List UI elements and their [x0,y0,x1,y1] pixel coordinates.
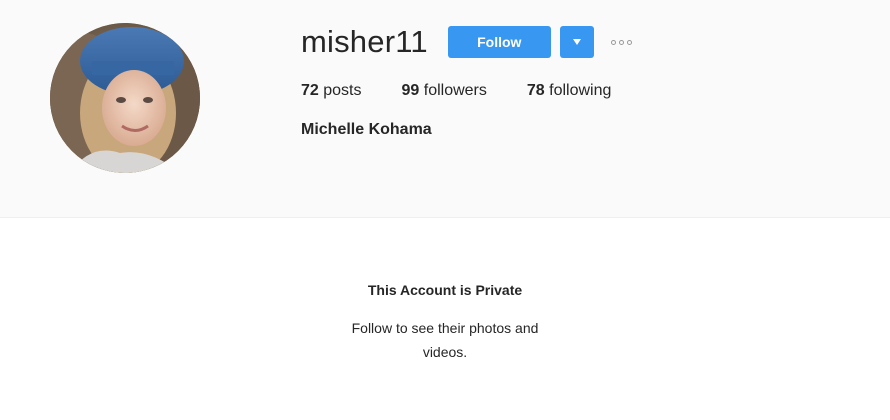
dropdown-button[interactable] [559,26,594,58]
more-options-icon[interactable] [609,26,634,58]
dot-icon [618,39,624,45]
follow-button[interactable]: Follow [447,26,551,58]
profile-stats: 72 posts 99 followers 78 following [301,80,861,102]
stat-count: 78 [526,82,550,99]
dot-icon [626,39,632,45]
caret-down-icon [572,39,581,45]
stat-followers[interactable]: 99 followers [402,82,487,100]
dot-icon [610,39,616,45]
stat-posts: 72 posts [301,82,362,100]
profile-info: misher11 Follow 72 posts 99 followers 78… [301,20,861,139]
username: misher11 [301,24,428,59]
stat-label: followers [423,82,487,99]
full-name: Michelle Kohama [301,121,432,138]
profile-header: misher11 Follow 72 posts 99 followers 78… [0,0,890,218]
avatar[interactable] [50,23,200,173]
private-account-notice: This Account is Private Follow to see th… [0,282,890,364]
stat-count: 99 [401,82,424,99]
stat-label: following [549,82,612,99]
stat-following[interactable]: 78 following [527,82,612,100]
stat-count: 72 [301,82,324,99]
private-title: This Account is Private [367,282,523,298]
avatar-photo [50,23,200,173]
private-message: Follow to see their photos and videos. [351,320,539,360]
stat-label: posts [323,82,362,99]
profile-title-row: misher11 Follow [301,20,861,64]
